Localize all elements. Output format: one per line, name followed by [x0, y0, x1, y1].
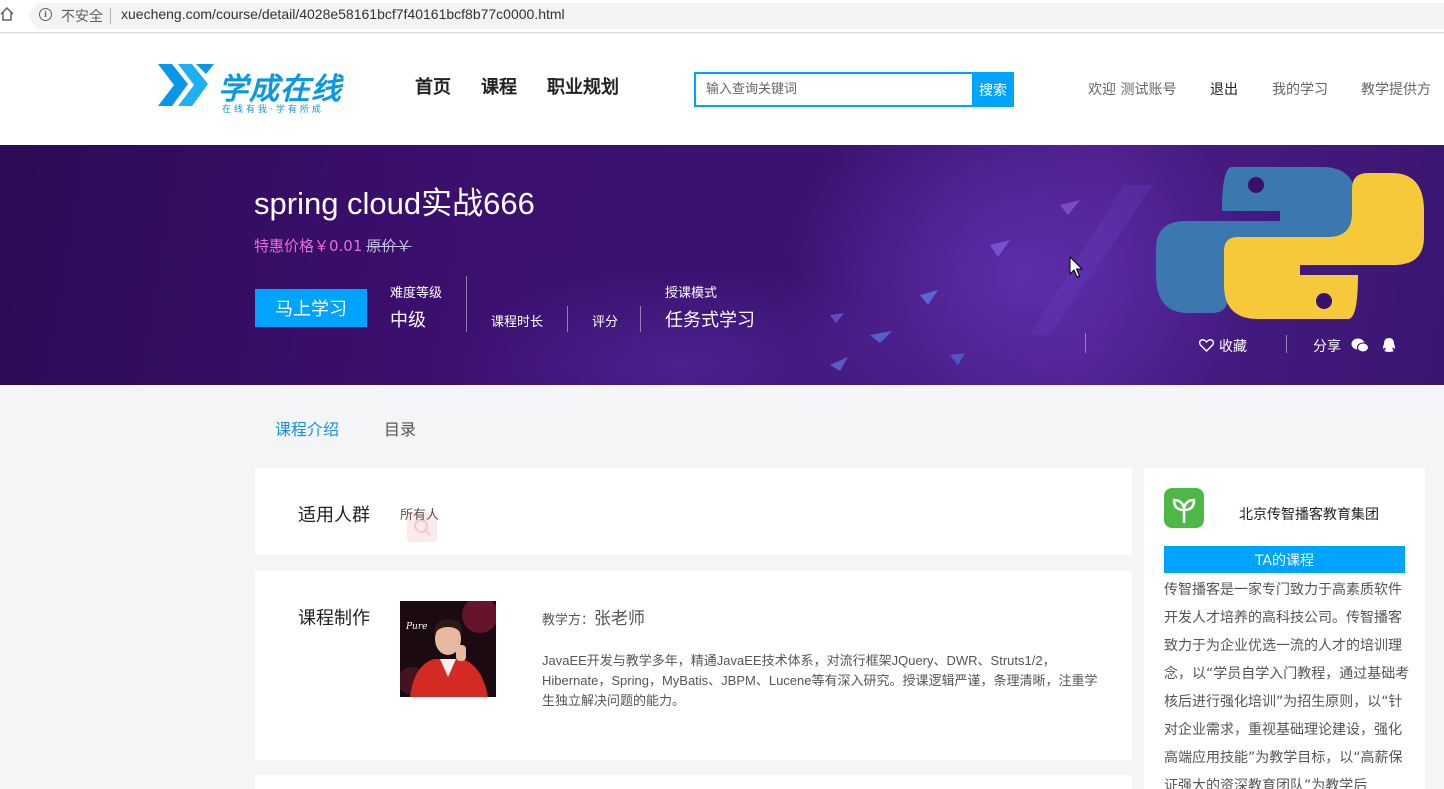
- start-learning-button[interactable]: 马上学习: [255, 289, 367, 327]
- nav-home[interactable]: 首页: [415, 73, 451, 99]
- site-logo[interactable]: 学成在线 在线有我·学有所成: [158, 64, 358, 115]
- share-area: 分享: [1313, 336, 1396, 356]
- teacher-prefix: 教学方：: [542, 613, 595, 628]
- price-line: 特惠价格￥0.01 原价￥: [254, 235, 411, 256]
- teacher-description: JavaEE开发与教学多年，精通JavaEE技术体系，对流行框架JQuery、D…: [542, 653, 1098, 708]
- teaching-provider-link[interactable]: 教学提供方: [1361, 79, 1431, 99]
- rating-label: 评分: [592, 315, 619, 330]
- teacher-info: 教学方：张老师: [542, 604, 645, 629]
- my-learning-link[interactable]: 我的学习: [1272, 79, 1328, 99]
- teaching-mode-label: 授课模式: [665, 286, 718, 301]
- organization-card: 北京传智播客教育集团 TA的课程 传智播客是一家专门致力于高素质软件开发人才培养…: [1144, 468, 1425, 789]
- logo-mark-icon: [158, 64, 214, 106]
- production-card: 课程制作 Pure 教学方：张老师 JavaEE开发与教学多年，精通JavaEE…: [255, 571, 1132, 760]
- python-logo-icon: [1156, 167, 1424, 319]
- divider: [110, 8, 111, 24]
- url-text[interactable]: xuecheng.com/course/detail/4028e58161bcf…: [121, 6, 565, 22]
- search-input[interactable]: [694, 72, 973, 107]
- audience-card: 适用人群 所有人: [255, 468, 1132, 555]
- security-label[interactable]: 不安全: [61, 6, 103, 26]
- tab-intro[interactable]: 课程介绍: [275, 416, 339, 440]
- course-title: spring cloud实战666: [254, 186, 535, 221]
- organization-logo-icon: [1164, 488, 1204, 528]
- nav-courses[interactable]: 课程: [481, 73, 517, 99]
- search-box: 搜索: [694, 72, 1014, 107]
- mouse-cursor-icon: [1069, 256, 1083, 278]
- production-title: 课程制作: [298, 608, 370, 629]
- duration-label: 课程时长: [491, 315, 544, 330]
- difficulty-label: 难度等级: [390, 286, 443, 301]
- divider: [1085, 333, 1086, 353]
- welcome-text[interactable]: 欢迎 测试账号: [1088, 79, 1176, 99]
- divider: [1286, 335, 1287, 353]
- teaching-mode-value: 任务式学习: [665, 310, 755, 331]
- qq-icon[interactable]: [1382, 337, 1396, 353]
- next-card: [255, 775, 1132, 789]
- organization-name[interactable]: 北京传智播客教育集团: [1239, 504, 1379, 524]
- site-header: 学成在线 在线有我·学有所成 首页 课程 职业规划 搜索 欢迎 测试账号 退出 …: [0, 34, 1444, 145]
- divider: [640, 306, 641, 332]
- teacher-name: 张老师: [594, 609, 646, 629]
- difficulty-value: 中级: [390, 310, 426, 331]
- info-icon[interactable]: i: [39, 8, 52, 21]
- course-banner: spring cloud实战666 特惠价格￥0.01 原价￥ 马上学习 难度等级…: [0, 145, 1444, 385]
- favorite-button[interactable]: 收藏: [1198, 336, 1247, 356]
- special-price: 特惠价格￥0.01: [254, 237, 363, 255]
- favorite-label: 收藏: [1219, 339, 1247, 355]
- teacher-avatar: Pure: [400, 601, 496, 697]
- share-label: 分享: [1313, 339, 1341, 355]
- logo-slogan: 在线有我·学有所成: [222, 105, 324, 115]
- divider: [466, 276, 467, 332]
- browser-address-bar: i 不安全 xuecheng.com/course/detail/4028e58…: [0, 0, 1444, 33]
- home-icon[interactable]: [0, 7, 14, 21]
- audience-value: 所有人: [400, 508, 440, 523]
- original-price: 原价￥: [366, 237, 412, 255]
- nav-career[interactable]: 职业规划: [547, 73, 619, 99]
- tab-catalog[interactable]: 目录: [384, 416, 416, 440]
- svg-text:Pure: Pure: [405, 622, 427, 632]
- divider: [567, 306, 568, 332]
- audience-title: 适用人群: [298, 505, 370, 526]
- heart-icon: [1198, 339, 1215, 352]
- wechat-icon[interactable]: [1351, 338, 1370, 353]
- organization-description: 传智播客是一家专门致力于高素质软件开发人才培养的高科技公司。传智播客致力于为企业…: [1164, 582, 1410, 789]
- ta-courses-button[interactable]: TA的课程: [1164, 546, 1405, 573]
- search-button[interactable]: 搜索: [972, 72, 1014, 107]
- logout-link[interactable]: 退出: [1210, 79, 1238, 99]
